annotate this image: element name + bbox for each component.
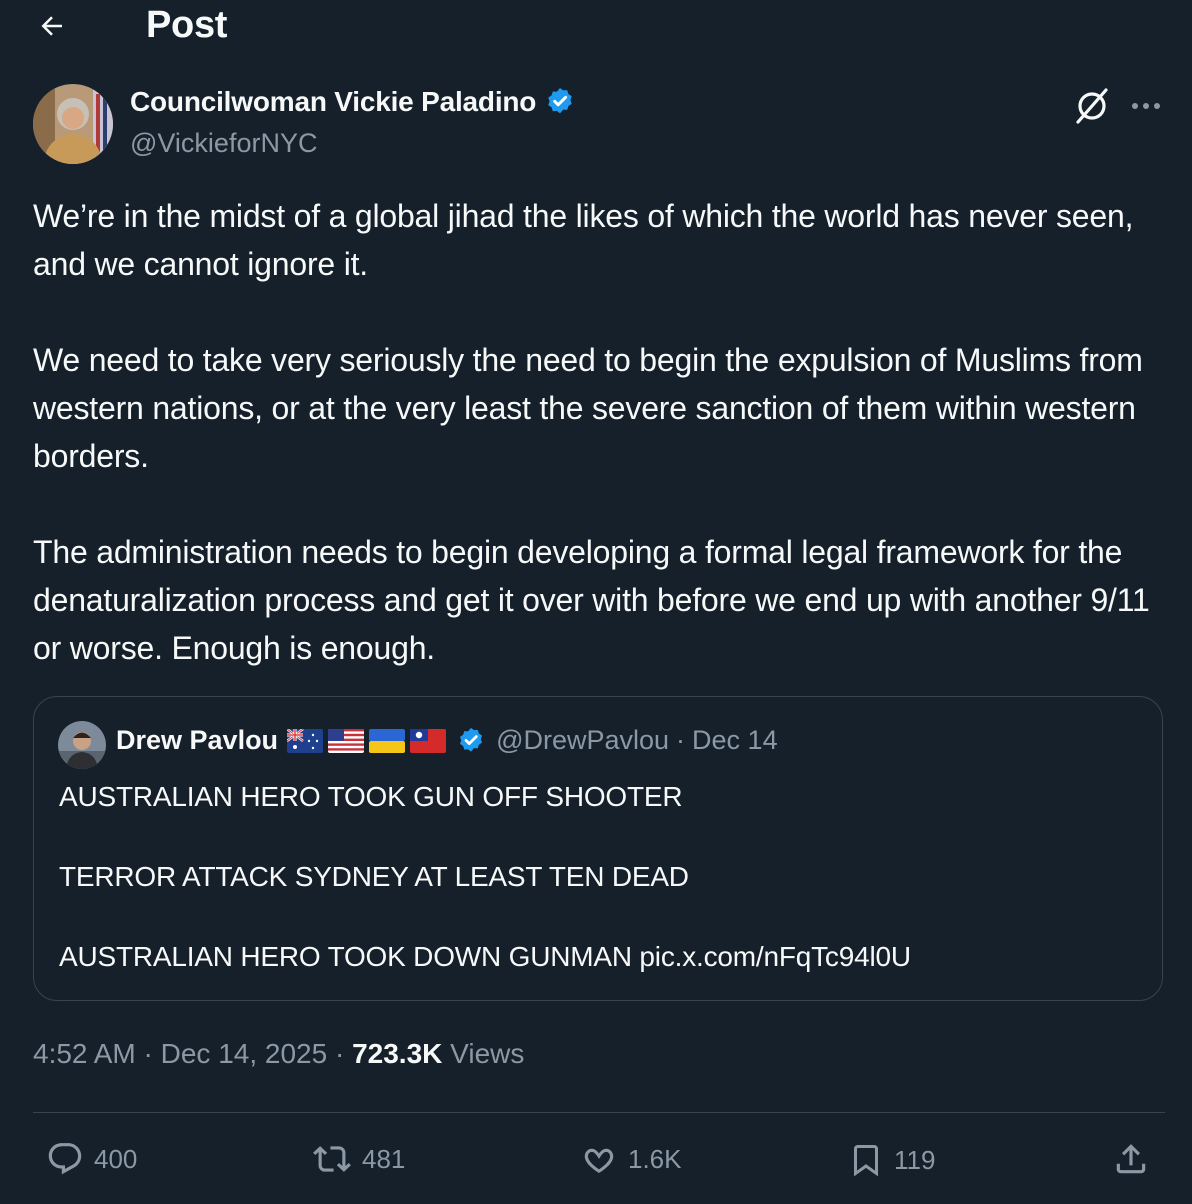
reply-icon [48, 1143, 82, 1175]
more-horizontal-icon [1132, 103, 1160, 109]
flag-emojis [287, 728, 447, 753]
author-name-text: Councilwoman Vickie Paladino [130, 86, 537, 117]
author-avatar[interactable] [33, 84, 113, 164]
quoted-author-avatar[interactable] [58, 721, 106, 769]
back-button[interactable] [30, 6, 74, 46]
grok-icon [1076, 88, 1108, 124]
quoted-paragraph: AUSTRALIAN HERO TOOK DOWN GUNMAN pic.x.c… [59, 941, 911, 972]
share-button[interactable] [1112, 1140, 1150, 1178]
share-icon [1116, 1144, 1146, 1174]
quoted-paragraph: TERROR ATTACK SYDNEY AT LEAST TEN DEAD [59, 861, 689, 892]
arrow-left-icon [41, 16, 62, 36]
usa-flag-icon [328, 728, 365, 753]
quoted-verified-badge [456, 726, 486, 756]
quoted-paragraph: AUSTRALIAN HERO TOOK GUN OFF SHOOTER [59, 781, 683, 812]
bookmark-icon [854, 1145, 878, 1177]
page-title: Post [146, 4, 228, 46]
heart-icon [584, 1148, 614, 1174]
post-paragraph: The administration needs to begin develo… [33, 534, 1150, 666]
verified-badge-icon [548, 88, 572, 114]
post-paragraph: We’re in the midst of a global jihad the… [33, 198, 1134, 282]
quoted-post[interactable]: Drew Pavlou @DrewPavlou · Dec 14 AUSTRAL… [33, 696, 1163, 1001]
bookmark-count: 119 [894, 1144, 936, 1175]
reply-button[interactable]: 400 [46, 1140, 137, 1178]
more-options-button[interactable] [1124, 86, 1168, 126]
author-name[interactable]: Councilwoman Vickie Paladino [130, 86, 576, 118]
separator-dot: · [676, 725, 686, 755]
separator-dot: · [143, 1038, 161, 1069]
reply-count: 400 [94, 1143, 138, 1174]
bookmark-button[interactable]: 119 [848, 1140, 935, 1180]
quoted-author-name[interactable]: Drew Pavlou [116, 725, 278, 756]
views-label: Views [450, 1038, 525, 1069]
australia-flag-icon [287, 728, 324, 753]
post-meta: 4:52 AM · Dec 14, 2025 · 723.3K Views [33, 1038, 524, 1070]
separator-dot: · [334, 1038, 353, 1069]
quoted-post-header: Drew Pavlou @DrewPavlou · Dec 14 [116, 725, 778, 756]
repost-count: 481 [362, 1143, 406, 1174]
quoted-post-date[interactable]: Dec 14 [692, 725, 778, 756]
author-handle[interactable]: @VickieforNYC [130, 128, 317, 159]
verified-badge-icon [460, 727, 483, 752]
ukraine-flag-icon [369, 728, 406, 753]
grok-button[interactable] [1070, 86, 1114, 126]
post-date[interactable]: Dec 14, 2025 [161, 1038, 328, 1069]
taiwan-flag-icon [410, 728, 447, 753]
post-text: We’re in the midst of a global jihad the… [33, 192, 1168, 672]
repost-icon [313, 1146, 351, 1172]
post-time[interactable]: 4:52 AM [33, 1038, 136, 1069]
views-count: 723.3K [352, 1038, 443, 1069]
quoted-post-text: AUSTRALIAN HERO TOOK GUN OFF SHOOTER TER… [59, 777, 1139, 977]
post-paragraph: We need to take very seriously the need … [33, 342, 1143, 474]
quoted-author-handle[interactable]: @DrewPavlou [496, 725, 669, 756]
like-button[interactable]: 1.6K [580, 1140, 682, 1178]
like-count: 1.6K [628, 1143, 682, 1174]
top-bar: Post [0, 0, 1192, 56]
repost-button[interactable]: 481 [312, 1140, 405, 1178]
action-bar: 400 481 1.6K 119 [0, 1134, 1192, 1194]
divider [33, 1112, 1165, 1113]
